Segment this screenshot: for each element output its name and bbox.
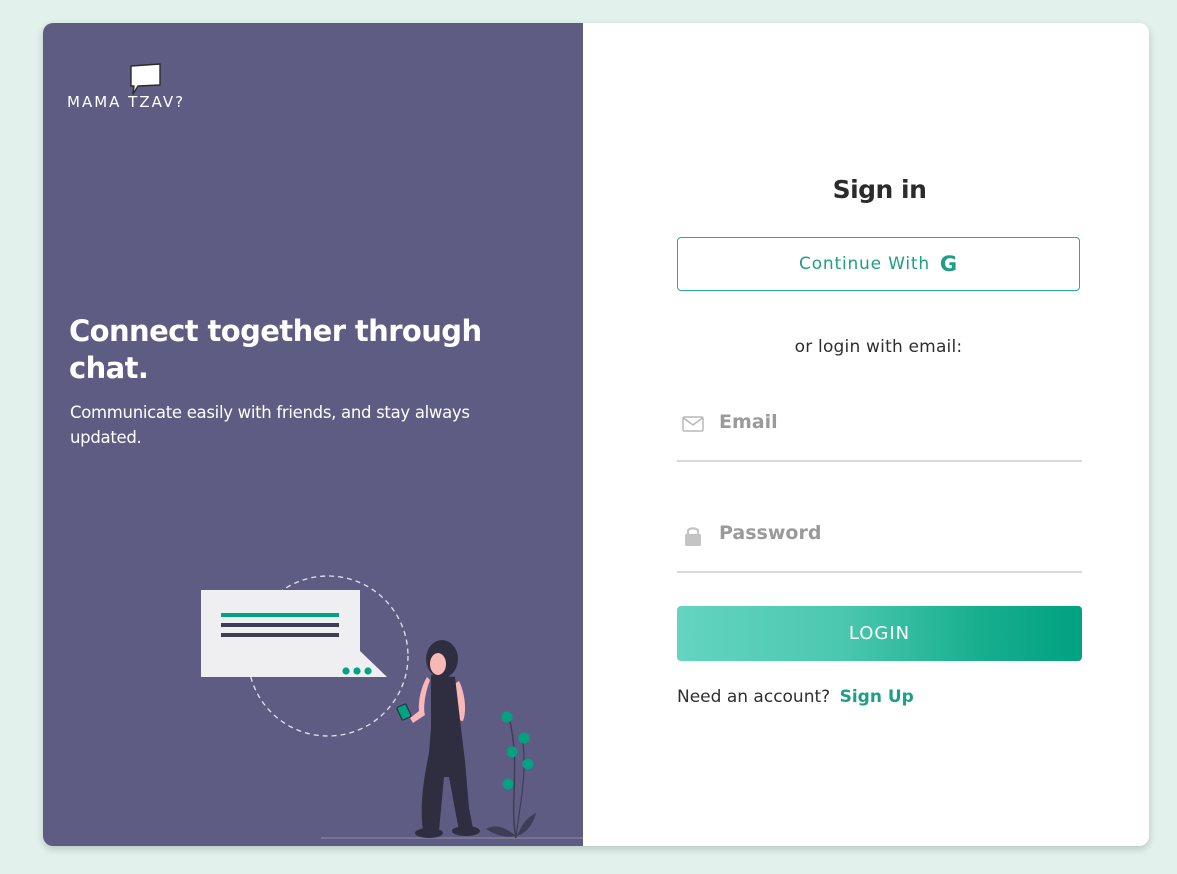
brand-logo: MAMA TZAV? (67, 63, 217, 119)
login-card: MAMA TZAV? Connect together through chat… (43, 23, 1149, 846)
continue-with-google-button[interactable]: Continue With G (677, 237, 1080, 291)
mail-icon (682, 416, 704, 432)
password-input[interactable] (719, 515, 1069, 551)
google-button-label: Continue With (799, 254, 930, 274)
hero-subline: Communicate easily with friends, and sta… (70, 403, 470, 447)
password-field-group (677, 511, 1082, 573)
sign-up-link[interactable]: Sign Up (840, 687, 914, 707)
signin-panel: Sign in Continue With G or login with em… (583, 23, 1149, 846)
email-divider-text: or login with email: (794, 337, 963, 357)
signin-title: Sign in (832, 175, 927, 204)
hero-panel: MAMA TZAV? Connect together through chat… (43, 23, 583, 846)
email-input[interactable] (719, 404, 1069, 440)
signup-row: Need an account? Sign Up (677, 687, 914, 707)
login-button[interactable]: LOGIN (677, 606, 1082, 661)
google-icon: G (939, 252, 958, 276)
logo-text: MAMA TZAV? (67, 93, 186, 111)
signup-prompt: Need an account? (677, 687, 831, 707)
hero-headline: Connect together through chat. (69, 314, 482, 385)
woman-chat-illustration (201, 575, 583, 839)
email-field-group (677, 400, 1082, 462)
chat-bubble-icon (130, 63, 161, 95)
lock-icon (685, 527, 701, 546)
